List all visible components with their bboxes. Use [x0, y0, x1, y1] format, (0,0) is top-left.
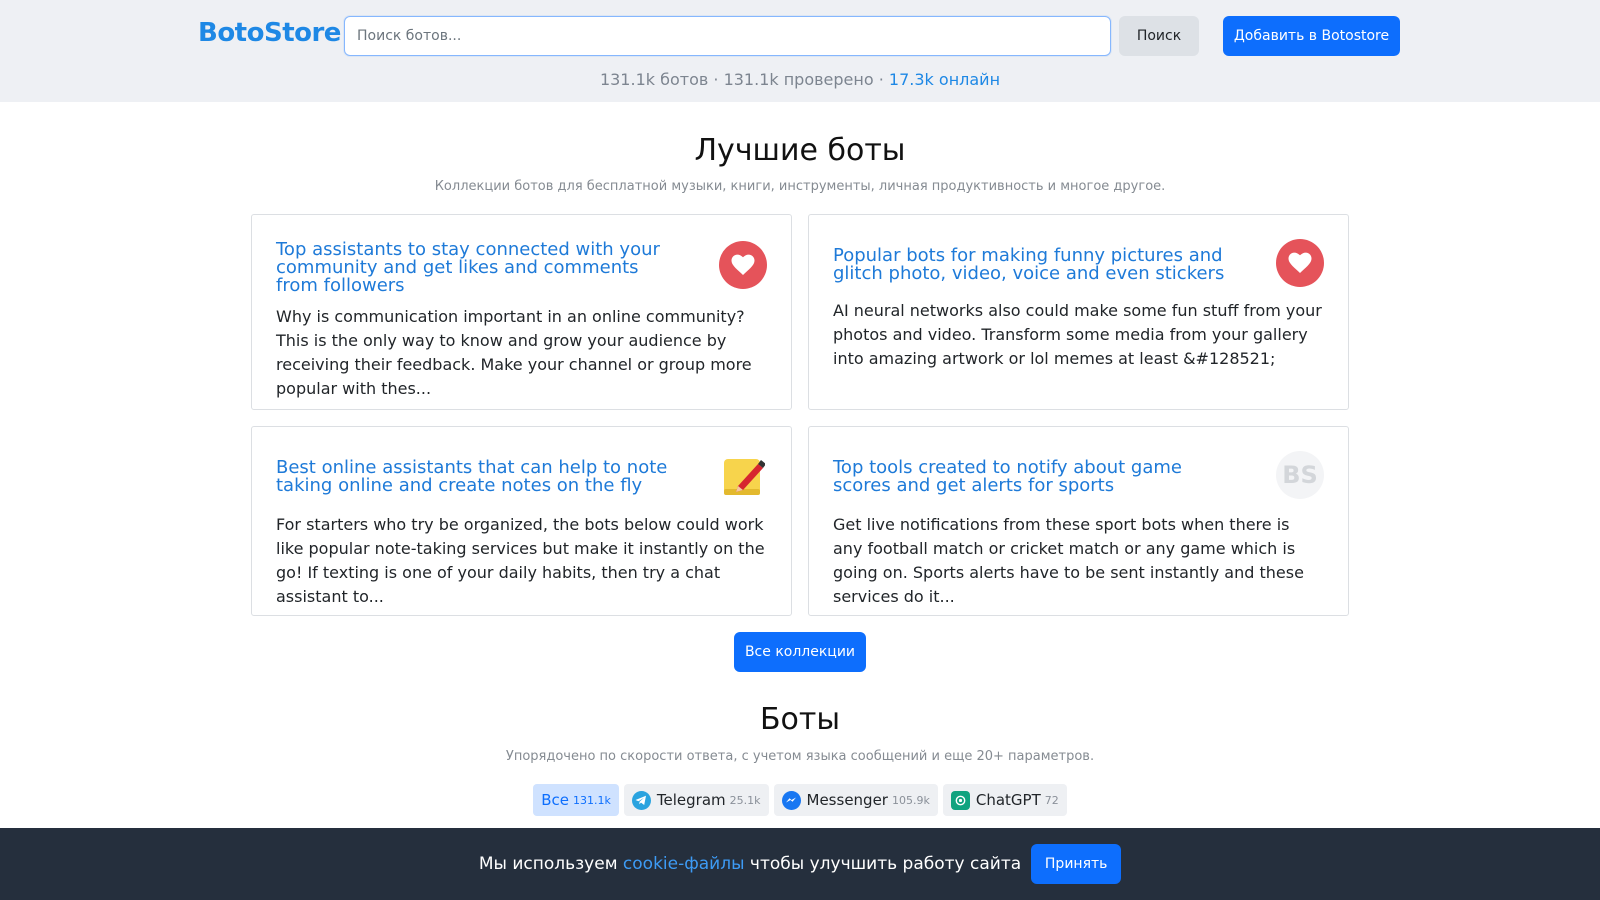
add-to-botostore-button[interactable]: Добавить в Botostore — [1223, 16, 1400, 56]
collection-card-text: For starters who try be organized, the b… — [276, 515, 765, 606]
search-input[interactable] — [344, 16, 1111, 56]
cookie-policy-link[interactable]: cookie-файлы — [623, 854, 745, 874]
cookie-banner: Мы используем cookie-файлы чтобы улучшит… — [0, 828, 1600, 900]
site-logo[interactable]: BotoStore — [198, 18, 341, 48]
cookie-message: Мы используем cookie-файлы чтобы улучшит… — [479, 854, 1021, 874]
filter-count: 72 — [1044, 793, 1059, 807]
accept-cookies-button[interactable]: Принять — [1031, 844, 1122, 884]
bots-subtitle: Упорядочено по скорости ответа, с учетом… — [505, 749, 1095, 764]
filter-label: Все — [541, 791, 570, 809]
messenger-icon — [781, 790, 801, 810]
collection-card[interactable]: Top assistants to stay connected with yo… — [251, 214, 792, 410]
best-bots-subtitle: Коллекции ботов для бесплатной музыки, к… — [434, 179, 1166, 194]
stats-separator: · — [873, 70, 889, 89]
filter-label: Messenger — [806, 791, 888, 809]
cookie-text-after: чтобы улучшить работу сайта — [744, 854, 1022, 874]
filter-telegram[interactable]: Telegram 25.1k — [623, 784, 769, 816]
filter-count: 105.9k — [891, 793, 930, 807]
site-stats: 131.1k ботов · 131.1k проверено · 17.3k … — [0, 70, 1600, 89]
collection-card-title[interactable]: Best online assistants that can help to … — [276, 459, 676, 495]
heart-icon — [719, 241, 767, 289]
filter-messenger[interactable]: Messenger 105.9k — [773, 784, 938, 816]
stats-bots: 131.1k ботов — [599, 70, 709, 89]
telegram-icon — [631, 790, 651, 810]
collection-card-title[interactable]: Top tools created to notify about game s… — [833, 459, 1233, 495]
collection-card-text: AI neural networks also could make some … — [833, 301, 1322, 368]
collection-card-text: Why is communication important in an onl… — [276, 307, 752, 398]
filter-chatgpt[interactable]: ChatGPT 72 — [942, 784, 1067, 816]
top-bar: BotoStore Поиск Добавить в Botostore 131… — [0, 0, 1600, 102]
stats-separator: · — [708, 70, 724, 89]
stats-online-link[interactable]: 17.3k онлайн — [889, 70, 1000, 89]
heart-icon — [1276, 239, 1324, 287]
cookie-text-before: Мы используем — [478, 854, 623, 874]
chatgpt-icon — [950, 790, 970, 810]
search-button[interactable]: Поиск — [1119, 16, 1199, 56]
best-bots-title: Лучшие боты — [694, 133, 906, 168]
all-collections-button[interactable]: Все коллекции — [734, 632, 866, 672]
collection-card-title[interactable]: Popular bots for making funny pictures a… — [833, 247, 1233, 283]
platform-filters: Все 131.1k Telegram 25.1k Messenger 105.… — [0, 784, 1600, 816]
filter-label: ChatGPT — [975, 791, 1041, 809]
filter-all[interactable]: Все 131.1k — [533, 784, 619, 816]
stats-verified: 131.1k проверено — [723, 70, 874, 89]
bots-title: Боты — [759, 702, 841, 737]
filter-label: Telegram — [656, 791, 726, 809]
collection-card[interactable]: Best online assistants that can help to … — [251, 426, 792, 616]
bs-placeholder-icon: BS — [1276, 451, 1324, 499]
collection-card[interactable]: Top tools created to notify about game s… — [808, 426, 1349, 616]
memo-icon — [719, 453, 767, 501]
filter-count: 25.1k — [729, 793, 761, 807]
collection-card-text: Get live notifications from these sport … — [833, 515, 1304, 606]
collection-card[interactable]: Popular bots for making funny pictures a… — [808, 214, 1349, 410]
collection-card-title[interactable]: Top assistants to stay connected with yo… — [276, 241, 676, 295]
filter-count: 131.1k — [573, 793, 611, 807]
